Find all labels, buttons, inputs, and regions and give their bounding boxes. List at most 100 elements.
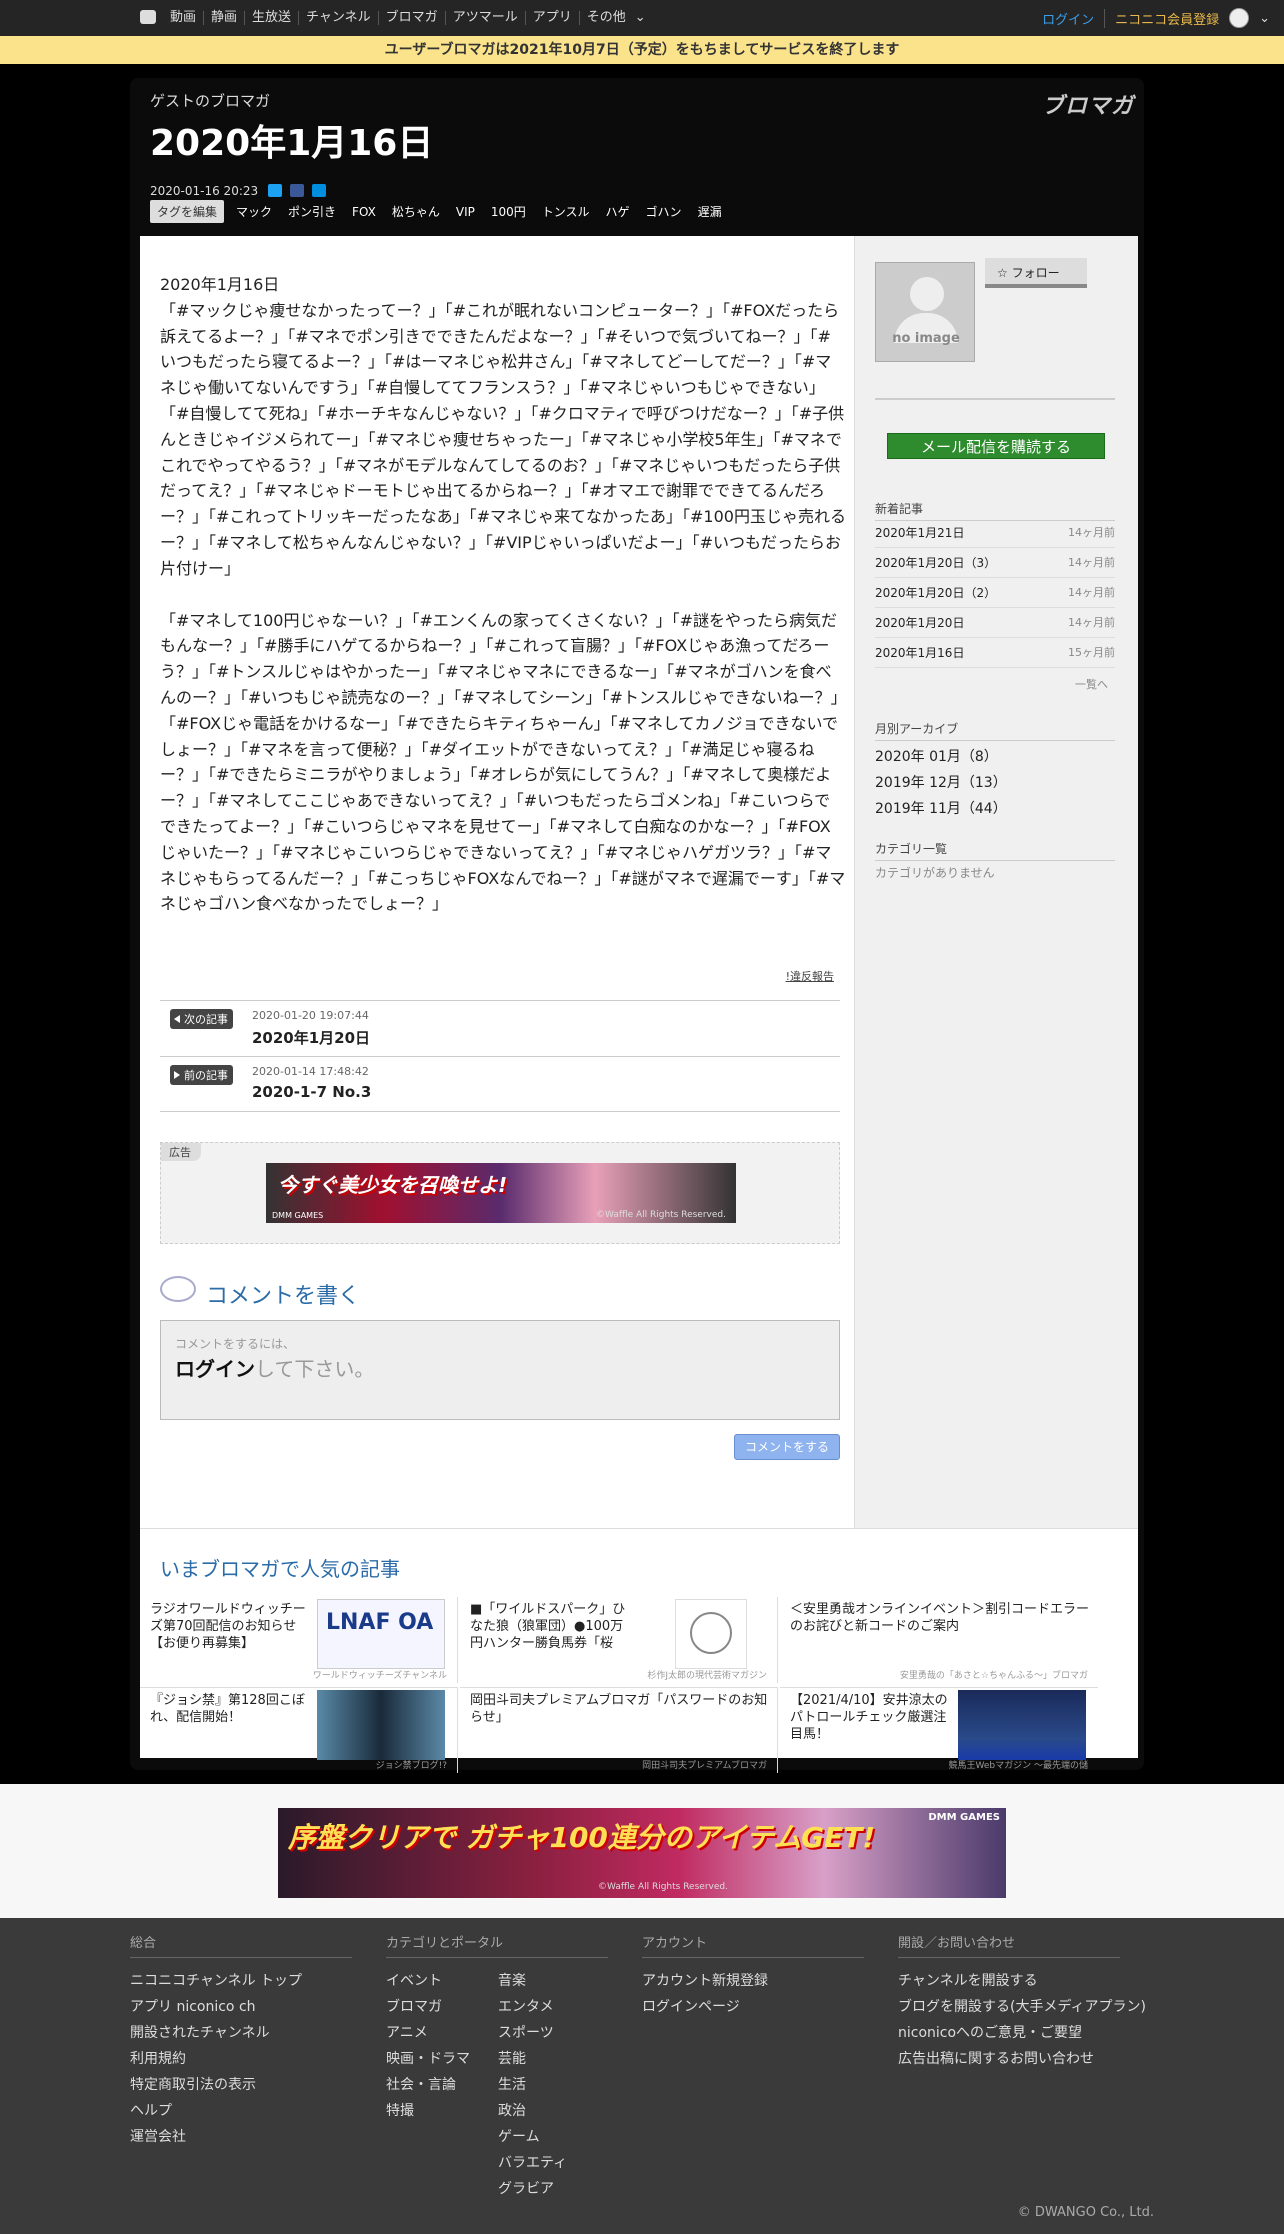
submit-comment-button[interactable]: コメントをする <box>734 1434 840 1460</box>
login-link[interactable]: ログイン <box>1042 9 1094 28</box>
nav-blomaga[interactable]: ブロマガ <box>377 11 445 25</box>
tag-item[interactable]: FOX <box>352 205 376 219</box>
tag-item[interactable]: 遅漏 <box>698 203 722 220</box>
twitter-icon[interactable] <box>268 184 282 197</box>
recent-item-title[interactable]: 2020年1月21日 <box>875 526 964 540</box>
footer-link[interactable]: ニコニコチャンネル トップ <box>130 1968 352 1994</box>
footer-link[interactable]: 利用規約 <box>130 2046 352 2072</box>
footer-link[interactable]: 特定商取引法の表示 <box>130 2072 352 2098</box>
footer-link[interactable]: グラビア <box>498 2176 610 2202</box>
footer-link[interactable]: 運営会社 <box>130 2124 352 2150</box>
popular-item[interactable]: 岡田斗司夫プレミアムブロマガ「パスワードのお知らせ」 岡田斗司夫プレミアムブロマ… <box>460 1687 778 1773</box>
blomaga-logo[interactable]: ブロマガ <box>1042 88 1134 120</box>
chevron-down-icon[interactable]: ⌄ <box>633 11 653 25</box>
recent-item-title[interactable]: 2020年1月16日 <box>875 646 964 660</box>
report-link[interactable]: !違反報告 <box>786 968 834 984</box>
popular-item[interactable]: 【2021/4/10】安井涼太のパトロールチェック厳選注目馬！ 競馬王Webマガ… <box>780 1687 1098 1773</box>
tag-item[interactable]: ゴハン <box>646 203 682 220</box>
comment-textarea[interactable]: コメントをするには、 ログインして下さい。 <box>160 1320 840 1420</box>
follow-button[interactable]: ☆ フォロー <box>985 258 1087 288</box>
footer-link[interactable]: 生活 <box>498 2072 610 2098</box>
footer-link[interactable]: スポーツ <box>498 2020 610 2046</box>
footer-link[interactable]: 広告出稿に関するお問い合わせ <box>898 2046 1120 2072</box>
footer-link[interactable]: ログインページ <box>642 1994 864 2020</box>
recent-item-title[interactable]: 2020年1月20日（3） <box>875 556 996 570</box>
tag-item[interactable]: VIP <box>456 205 475 219</box>
recent-item[interactable]: 2020年1月20日（2） 14ヶ月前 <box>875 578 1115 608</box>
tag-item[interactable]: 100円 <box>491 203 526 220</box>
popular-item-title[interactable]: 【2021/4/10】安井涼太のパトロールチェック厳選注目馬！ <box>790 1692 950 1743</box>
footer-link[interactable]: アカウント新規登録 <box>642 1968 864 1994</box>
popular-item[interactable]: 『ジョシ禁』第128回こぼれ、配信開始！ ジョシ禁ブログ!? <box>140 1687 458 1773</box>
popular-item[interactable]: ■「ワイルドスパーク」ひなた狼（狼軍団）●100万円ハンター勝負馬券「桜 杉作J… <box>460 1597 778 1683</box>
nav-video[interactable]: 動画 <box>170 11 203 25</box>
next-article-title[interactable]: 2020年1月20日 <box>252 1027 370 1048</box>
subscribe-mail-button[interactable]: メール配信を購読する <box>887 433 1105 459</box>
footer-link[interactable]: バラエティ <box>498 2150 610 2176</box>
prev-article[interactable]: 前の記事 2020-01-14 17:48:42 2020-1-7 No.3 <box>160 1056 840 1112</box>
popular-item[interactable]: ラジオワールドウィッチーズ第70回配信のお知らせ【お便り再募集】 LNAF OA… <box>140 1597 458 1683</box>
recent-item[interactable]: 2020年1月16日 15ヶ月前 <box>875 638 1115 668</box>
popular-item-thumbnail[interactable]: LNAF OA <box>317 1599 445 1669</box>
hatena-bookmark-icon[interactable] <box>312 184 326 197</box>
recent-item[interactable]: 2020年1月20日（3） 14ヶ月前 <box>875 548 1115 578</box>
blog-name[interactable]: ゲストのブロマガ <box>150 90 270 111</box>
footer-link[interactable]: ブログを開設する(大手メディアプラン) <box>898 1994 1146 2020</box>
popular-item-title[interactable]: 岡田斗司夫プレミアムブロマガ「パスワードのお知らせ」 <box>470 1692 770 1726</box>
footer-link[interactable]: アプリ niconico ch <box>130 1994 352 2020</box>
footer-link[interactable]: ブロマガ <box>386 1994 498 2020</box>
ad-banner[interactable]: 序盤クリアで ガチャ100連分のアイテムGET! ©Waffle All Rig… <box>278 1808 1006 1898</box>
tag-item[interactable]: 松ちゃん <box>392 203 440 220</box>
nav-live[interactable]: 生放送 <box>244 11 298 25</box>
chevron-down-icon[interactable]: ⌄ <box>1259 11 1270 26</box>
footer-link[interactable]: niconicoへのご意見・ご要望 <box>898 2020 1120 2046</box>
popular-item-title[interactable]: ■「ワイルドスパーク」ひなた狼（狼軍団）●100万円ハンター勝負馬券「桜 <box>470 1601 630 1652</box>
footer-link[interactable]: ヘルプ <box>130 2098 352 2124</box>
archive-item[interactable]: 2019年 11月（44） <box>875 798 1007 818</box>
recent-item-title[interactable]: 2020年1月20日 <box>875 616 964 630</box>
footer-link[interactable]: 開設されたチャンネル <box>130 2020 352 2046</box>
footer-link[interactable]: チャンネルを開設する <box>898 1968 1120 1994</box>
footer-link[interactable]: エンタメ <box>498 1994 610 2020</box>
next-article[interactable]: 次の記事 2020-01-20 19:07:44 2020年1月20日 <box>160 1000 840 1056</box>
tag-item[interactable]: ポン引き <box>288 203 336 220</box>
popular-item-thumbnail[interactable] <box>317 1690 445 1760</box>
footer-link[interactable]: 政治 <box>498 2098 610 2124</box>
footer-link[interactable]: アニメ <box>386 2020 498 2046</box>
archive-item[interactable]: 2020年 01月（8） <box>875 746 998 766</box>
prev-article-title[interactable]: 2020-1-7 No.3 <box>252 1083 371 1101</box>
comment-login-link[interactable]: ログイン <box>175 1357 255 1381</box>
nav-seiga[interactable]: 静画 <box>203 11 244 25</box>
recent-item-title[interactable]: 2020年1月20日（2） <box>875 586 996 600</box>
facebook-icon[interactable] <box>290 184 304 197</box>
tag-item[interactable]: ハゲ <box>606 203 630 220</box>
archive-item[interactable]: 2019年 12月（13） <box>875 772 1007 792</box>
footer-link[interactable]: 特撮 <box>386 2098 498 2124</box>
nav-atsumaru[interactable]: アツマール <box>444 11 525 25</box>
tag-item[interactable]: トンスル <box>542 203 590 220</box>
popular-item-title[interactable]: ＜安里勇哉オンラインイベント＞割引コードエラーのお詫びと新コードのご案内 <box>790 1601 1090 1635</box>
nav-more[interactable]: その他 <box>578 11 633 25</box>
footer-link[interactable]: ゲーム <box>498 2124 610 2150</box>
niconico-tv-icon[interactable] <box>140 10 156 24</box>
tag-item[interactable]: マック <box>236 203 272 220</box>
nav-channel[interactable]: チャンネル <box>298 11 378 25</box>
recent-item[interactable]: 2020年1月20日 14ヶ月前 <box>875 608 1115 638</box>
popular-item-thumbnail[interactable] <box>675 1599 747 1669</box>
edit-tags-button[interactable]: タグを編集 <box>150 200 225 223</box>
ad-banner[interactable]: 今すぐ美少女を召喚せよ! ©Waffle All Rights Reserved… <box>266 1163 736 1223</box>
footer-link[interactable]: 芸能 <box>498 2046 610 2072</box>
recent-item[interactable]: 2020年1月21日 14ヶ月前 <box>875 518 1115 548</box>
footer-link[interactable]: 映画・ドラマ <box>386 2046 498 2072</box>
user-avatar[interactable] <box>1229 8 1250 28</box>
footer-link[interactable]: 社会・言論 <box>386 2072 498 2098</box>
more-link[interactable]: 一覧へ <box>1075 676 1108 692</box>
register-link[interactable]: ニコニコ会員登録 <box>1104 8 1219 28</box>
footer-link[interactable]: 音楽 <box>498 1968 610 1994</box>
popular-item-title[interactable]: 『ジョシ禁』第128回こぼれ、配信開始！ <box>150 1692 310 1726</box>
popular-item[interactable]: ＜安里勇哉オンラインイベント＞割引コードエラーのお詫びと新コードのご案内 安里勇… <box>780 1597 1098 1683</box>
nav-app[interactable]: アプリ <box>524 11 579 25</box>
footer-link[interactable]: イベント <box>386 1968 498 1994</box>
popular-item-thumbnail[interactable] <box>958 1690 1086 1760</box>
popular-item-title[interactable]: ラジオワールドウィッチーズ第70回配信のお知らせ【お便り再募集】 <box>150 1601 310 1652</box>
